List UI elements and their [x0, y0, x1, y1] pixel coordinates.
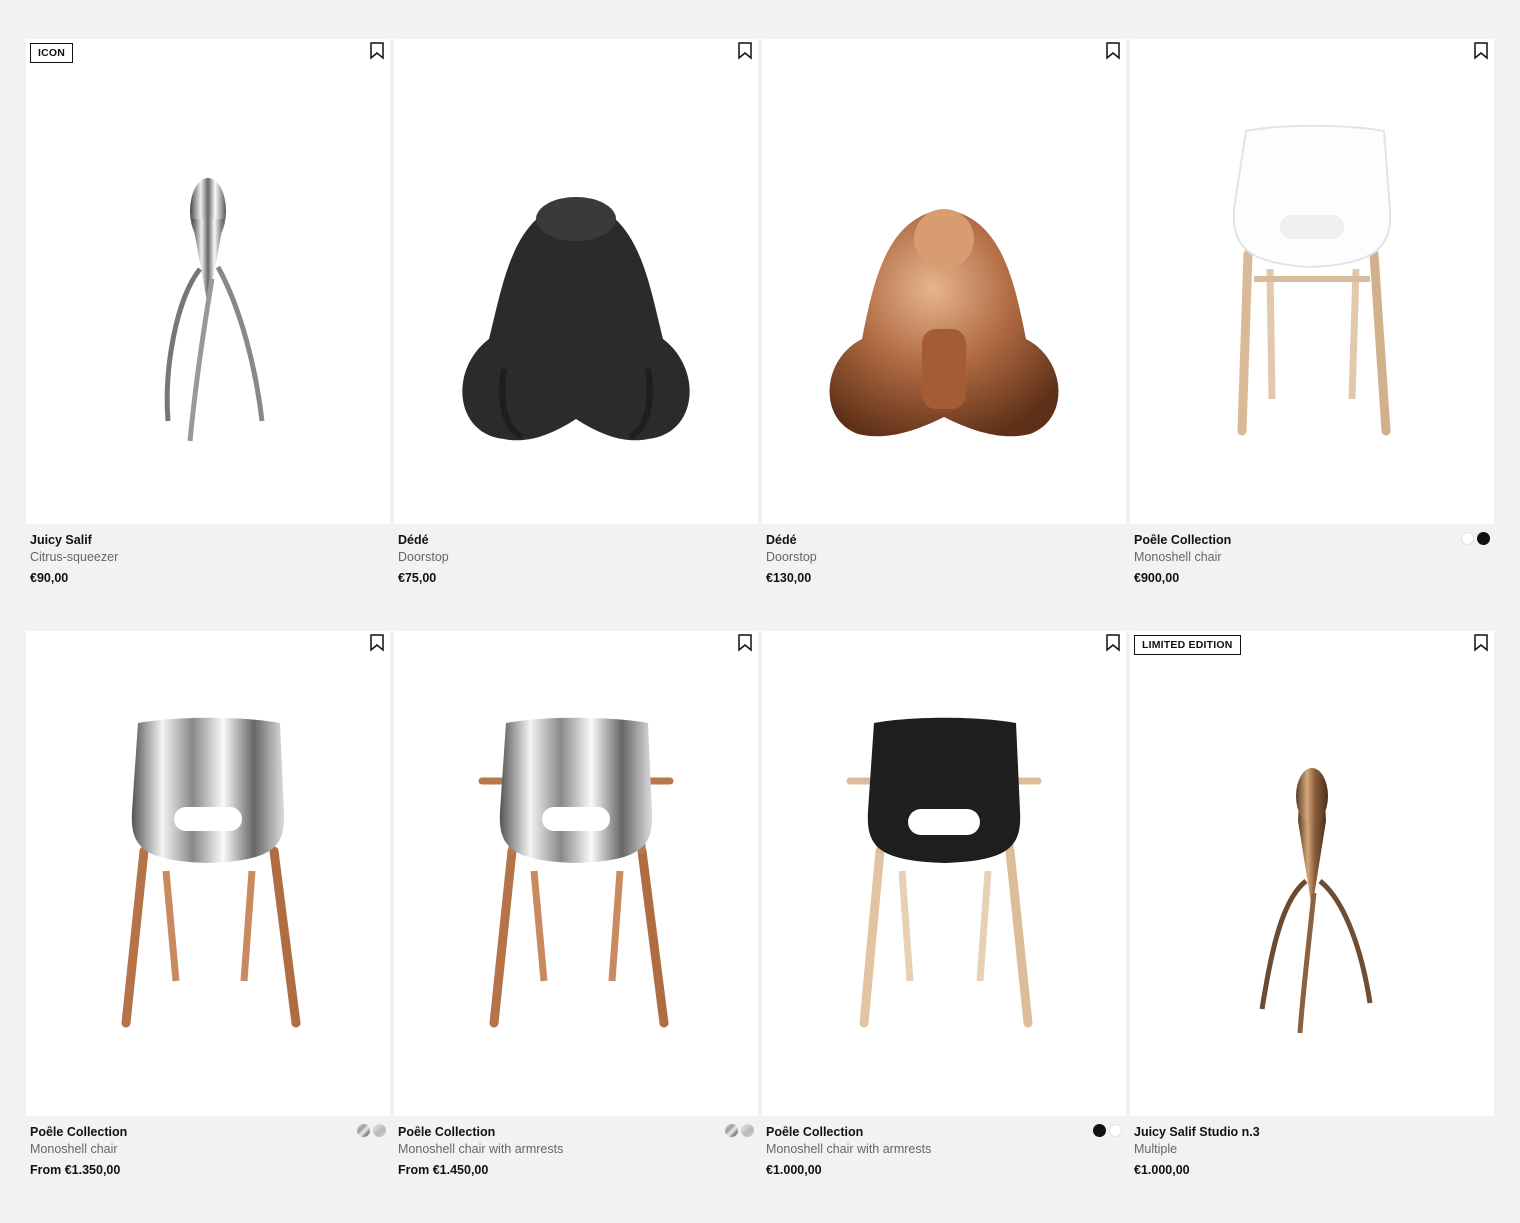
product-image[interactable]: LIMITED EDITION — [1130, 631, 1494, 1116]
swatch-silver[interactable] — [373, 1124, 386, 1137]
bookmark-icon[interactable] — [369, 634, 385, 652]
product-name[interactable]: Dédé — [766, 532, 1122, 549]
product-subtitle: Multiple — [1134, 1142, 1178, 1156]
product-name[interactable]: Dédé — [398, 532, 754, 549]
product-subtitle: Monoshell chair — [1134, 550, 1222, 564]
swatch-black[interactable] — [1093, 1124, 1106, 1137]
product-subtitle: Monoshell chair — [30, 1142, 118, 1156]
product-image[interactable] — [394, 39, 758, 524]
chrome-chair-image — [121, 717, 301, 1028]
bookmark-icon[interactable] — [1473, 634, 1489, 652]
product-subtitle: Doorstop — [766, 550, 817, 564]
product-name[interactable]: Poêle Collection — [1134, 532, 1490, 549]
color-swatches — [357, 1124, 386, 1137]
product-price: €75,00 — [398, 571, 437, 585]
product-card[interactable]: Poêle Collection Monoshell chair From €1… — [26, 631, 390, 1223]
product-name[interactable]: Poêle Collection — [398, 1124, 754, 1141]
bookmark-icon[interactable] — [737, 634, 753, 652]
swatch-silver[interactable] — [741, 1124, 754, 1137]
product-image[interactable] — [762, 39, 1126, 524]
product-price: €90,00 — [30, 571, 69, 585]
product-price: €130,00 — [766, 571, 812, 585]
product-image[interactable] — [26, 631, 390, 1116]
product-info: Dédé Doorstop €130,00 — [762, 524, 1126, 587]
product-card[interactable]: Poêle Collection Monoshell chair with ar… — [394, 631, 758, 1223]
product-name[interactable]: Juicy Salif Studio n.3 — [1134, 1124, 1490, 1141]
bookmark-icon[interactable] — [1105, 42, 1121, 60]
product-name[interactable]: Poêle Collection — [766, 1124, 1122, 1141]
white-chair-image — [1232, 124, 1392, 436]
product-card[interactable]: Poêle Collection Monoshell chair €900,00 — [1130, 39, 1494, 631]
product-price: €1.000,00 — [1134, 1163, 1190, 1177]
color-swatches — [1093, 1124, 1122, 1137]
product-card[interactable]: Dédé Doorstop €130,00 — [762, 39, 1126, 631]
product-info: Poêle Collection Monoshell chair From €1… — [26, 1116, 390, 1179]
product-image[interactable] — [394, 631, 758, 1116]
product-badge: LIMITED EDITION — [1134, 635, 1241, 655]
product-image[interactable] — [762, 631, 1126, 1116]
product-info: Juicy Salif Studio n.3 Multiple €1.000,0… — [1130, 1116, 1494, 1179]
swatch-chrome[interactable] — [357, 1124, 370, 1137]
bookmark-icon[interactable] — [1473, 42, 1489, 60]
chrome-armchair-image — [478, 717, 674, 1028]
product-info: Dédé Doorstop €75,00 — [394, 524, 758, 587]
product-badge: ICON — [30, 43, 74, 63]
product-grid: ICON Juicy Salif Citrus-squeezer €90,00 … — [26, 39, 1494, 1223]
bronze-juicer-image — [1259, 768, 1373, 1034]
product-image[interactable]: ICON — [26, 39, 390, 524]
product-subtitle: Monoshell chair with armrests — [766, 1142, 932, 1156]
bookmark-icon[interactable] — [369, 42, 385, 60]
doorstop-black-image — [462, 197, 690, 441]
product-card[interactable]: LIMITED EDITION Juicy Salif Studio n.3 M… — [1130, 631, 1494, 1223]
bookmark-icon[interactable] — [1105, 634, 1121, 652]
color-swatches — [725, 1124, 754, 1137]
product-info: Poêle Collection Monoshell chair with ar… — [394, 1116, 758, 1179]
swatch-chrome[interactable] — [725, 1124, 738, 1137]
bookmark-icon[interactable] — [737, 42, 753, 60]
product-image[interactable] — [1130, 39, 1494, 524]
color-swatches — [1461, 532, 1490, 545]
product-price: From €1.450,00 — [398, 1163, 489, 1177]
doorstop-copper-image — [829, 209, 1059, 437]
swatch-white[interactable] — [1461, 532, 1474, 545]
product-subtitle: Citrus-squeezer — [30, 550, 119, 564]
product-card[interactable]: Poêle Collection Monoshell chair with ar… — [762, 631, 1126, 1223]
product-info: Poêle Collection Monoshell chair €900,00 — [1130, 524, 1494, 587]
product-card[interactable]: ICON Juicy Salif Citrus-squeezer €90,00 — [26, 39, 390, 631]
product-subtitle: Doorstop — [398, 550, 449, 564]
product-subtitle: Monoshell chair with armrests — [398, 1142, 564, 1156]
product-price: From €1.350,00 — [30, 1163, 121, 1177]
black-armchair-image — [846, 717, 1042, 1028]
swatch-white[interactable] — [1109, 1124, 1122, 1137]
product-name[interactable]: Juicy Salif — [30, 532, 386, 549]
citrus-squeezer-image — [164, 178, 265, 442]
product-price: €1.000,00 — [766, 1163, 822, 1177]
product-card[interactable]: Dédé Doorstop €75,00 — [394, 39, 758, 631]
product-info: Juicy Salif Citrus-squeezer €90,00 — [26, 524, 390, 587]
product-info: Poêle Collection Monoshell chair with ar… — [762, 1116, 1126, 1179]
product-price: €900,00 — [1134, 571, 1180, 585]
product-name[interactable]: Poêle Collection — [30, 1124, 386, 1141]
swatch-black[interactable] — [1477, 532, 1490, 545]
